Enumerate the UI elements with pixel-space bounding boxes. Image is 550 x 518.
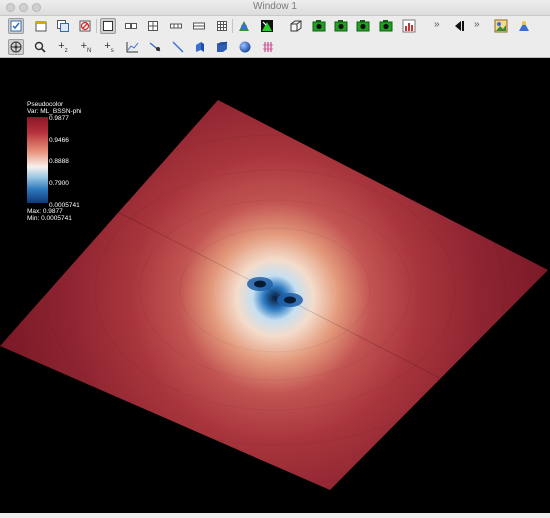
node-pick-icon: +N (80, 39, 92, 55)
tools-button[interactable] (516, 18, 532, 34)
axis-array-button[interactable] (260, 39, 276, 55)
legend-tick-2: 0.9466 (49, 137, 69, 144)
layout-1x3-icon (170, 23, 182, 29)
toolbar-separator (96, 19, 97, 33)
legend-tick-4: 0.7900 (49, 180, 69, 187)
wizard-icon (519, 21, 529, 31)
layout-3x3-button[interactable] (214, 18, 230, 34)
layout-3x3-icon (217, 21, 227, 31)
title-bar: Window 1 (0, 0, 550, 16)
line-icon (172, 41, 184, 53)
layout-3x2-button[interactable] (191, 18, 207, 34)
navigate-icon (10, 41, 22, 53)
axis-array-icon (263, 42, 273, 52)
zoom-button[interactable] (32, 39, 48, 55)
bounding-box-icon (290, 20, 302, 32)
new-window-icon (35, 21, 47, 32)
layout-2x2-icon (148, 21, 158, 31)
line-tool-button[interactable] (147, 39, 163, 55)
reverse-play-button[interactable] (452, 18, 468, 34)
window-title: Window 1 (253, 1, 297, 12)
plane-surface (0, 100, 548, 490)
toolbar-separator (232, 19, 233, 33)
layout-2x2-button[interactable] (145, 18, 161, 34)
sphere-button[interactable] (237, 39, 253, 55)
navigate-button[interactable] (8, 39, 24, 55)
legend-variable: Var: ML_BSSN-phi (27, 108, 82, 115)
toolbar-overflow-right[interactable]: » (474, 19, 480, 30)
image-icon (494, 19, 508, 33)
pseudocolor-plot[interactable] (0, 58, 550, 513)
zone-pick-icon: +z (58, 39, 68, 55)
legend-tick-1: 0.9877 (49, 115, 69, 122)
layout-1x3-button[interactable] (168, 18, 184, 34)
lineout-button[interactable] (124, 39, 140, 55)
chart-icon (402, 19, 416, 33)
animation-icon (239, 21, 249, 31)
layout-1x1-button[interactable] (100, 18, 116, 34)
legend-max: Max: 0.9877 (27, 208, 63, 215)
line-tool-icon (149, 42, 161, 52)
interaction-toolbar: +z +N +s (0, 37, 550, 58)
clone-window-icon (57, 20, 69, 32)
box-icon (217, 41, 228, 52)
plane-button[interactable] (192, 39, 208, 55)
visit-window: Window 1 » » +z +N +s Pseudocolor Var: M… (0, 0, 550, 513)
camera-button-3[interactable] (355, 18, 371, 34)
legend-colorbar (27, 117, 48, 203)
render-viewport[interactable]: Pseudocolor Var: ML_BSSN-phi 0.9877 0.94… (0, 58, 550, 513)
layout-1x2-button[interactable] (123, 18, 139, 34)
camera-icon-2 (334, 20, 348, 32)
plane-icon (196, 42, 204, 52)
zoom-icon (34, 41, 46, 53)
bounding-box-button[interactable] (288, 18, 304, 34)
layout-1x1-icon (103, 21, 113, 31)
active-window-icon (10, 20, 22, 32)
image-button[interactable] (493, 18, 509, 34)
main-toolbar: » » (0, 16, 550, 37)
toolbar-overflow-left[interactable]: » (434, 19, 440, 30)
spreadsheet-pick-icon: +s (104, 39, 114, 55)
camera-icon (312, 20, 326, 32)
chart-button[interactable] (401, 18, 417, 34)
animation-button[interactable] (236, 18, 252, 34)
active-window-button[interactable] (8, 18, 24, 34)
delete-window-button[interactable] (77, 18, 93, 34)
legend-title: Pseudocolor (27, 101, 64, 108)
camera-button-1[interactable] (311, 18, 327, 34)
line-button[interactable] (170, 39, 186, 55)
node-pick-button[interactable]: +N (78, 39, 94, 55)
layout-1x3-icon (193, 22, 205, 30)
select-icon (261, 20, 273, 32)
new-window-button[interactable] (33, 18, 49, 34)
reverse-play-icon (455, 21, 464, 31)
camera-button-4[interactable] (378, 18, 394, 34)
camera-icon-3 (356, 20, 370, 32)
clone-window-button[interactable] (55, 18, 71, 34)
legend-min: Min: 0.0005741 (27, 215, 72, 222)
layout-1x2-icon (125, 23, 137, 29)
camera-icon-4 (379, 20, 393, 32)
legend-tick-3: 0.8888 (49, 158, 69, 165)
zone-pick-button[interactable]: +z (55, 39, 71, 55)
box-button[interactable] (214, 39, 230, 55)
sphere-icon (239, 41, 251, 53)
camera-button-2[interactable] (333, 18, 349, 34)
lineout-icon (126, 42, 138, 53)
select-button[interactable] (259, 18, 275, 34)
delete-window-icon (79, 20, 91, 32)
spreadsheet-pick-button[interactable]: +s (101, 39, 117, 55)
